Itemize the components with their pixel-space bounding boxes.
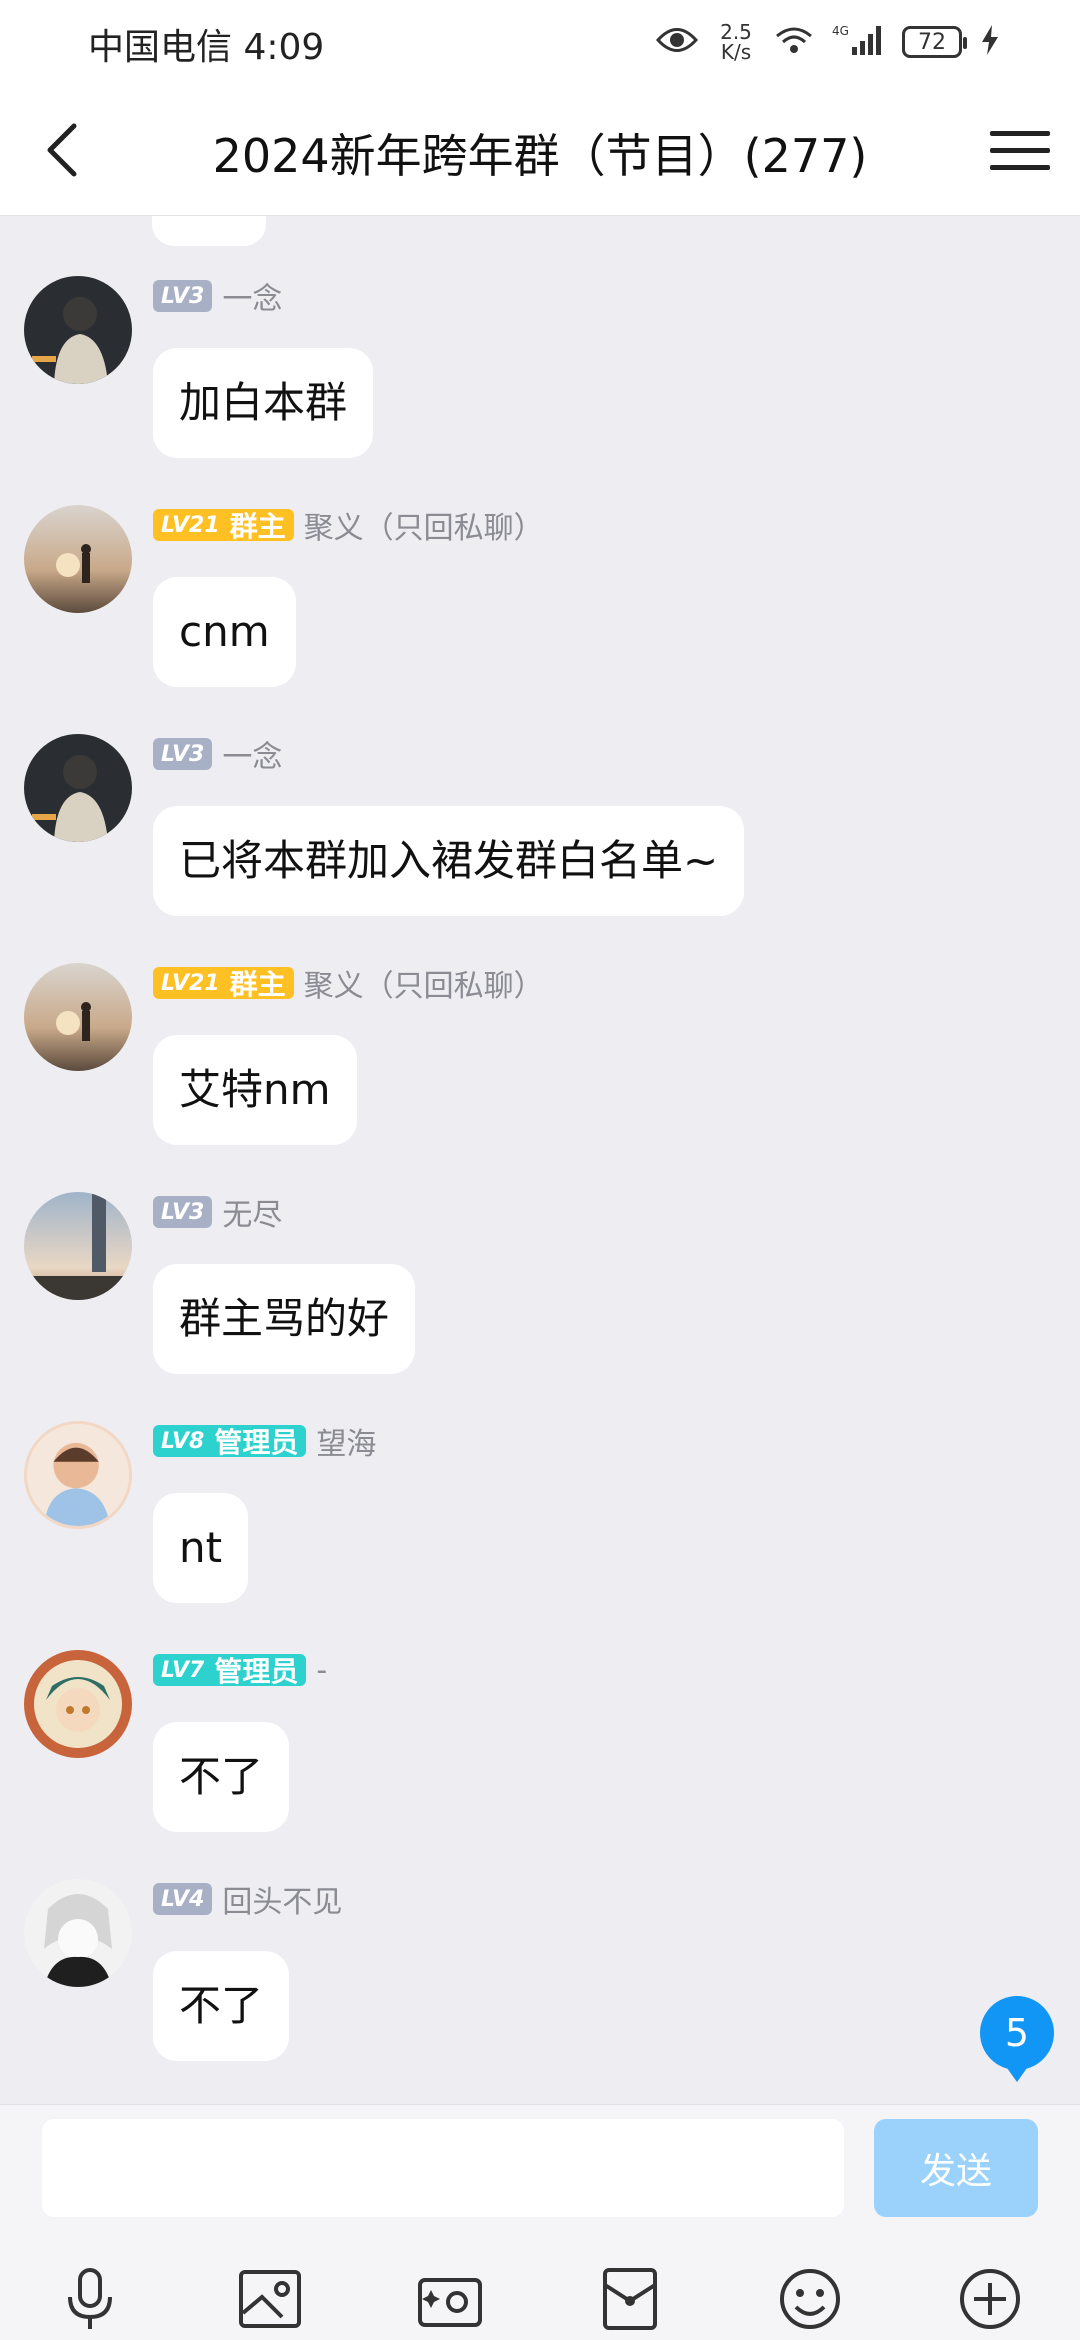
message-item: LV7 管理员 - 不了 [0, 1590, 1080, 1832]
avatar[interactable] [24, 505, 132, 613]
group-title: 2024新年跨年群（节目）(277) [212, 129, 868, 183]
signal-icon: 4G [832, 23, 884, 61]
level-badge: LV3 [153, 280, 213, 312]
menu-line [990, 164, 1050, 170]
sender-name[interactable]: 一念 [222, 274, 282, 318]
message-bubble[interactable]: 不了 [153, 1722, 290, 1832]
sender-name[interactable]: 望海 [316, 1419, 376, 1463]
send-button[interactable]: 发送 [874, 2119, 1038, 2217]
avatar[interactable] [24, 1192, 132, 1300]
wifi-icon [774, 24, 814, 60]
microphone-icon[interactable] [54, 2263, 126, 2335]
network-speed: 2.5 K/s [716, 22, 756, 62]
message-bubble[interactable]: 已将本群加入裙发群白名单~ [153, 806, 745, 916]
message-item: LV3 一念 已将本群加入裙发群白名单~ [0, 674, 1080, 916]
avatar[interactable] [24, 1879, 132, 1987]
level-label: LV8 [161, 1428, 205, 1454]
level-label: LV3 [161, 283, 205, 309]
message-item: LV3 无尽 群主骂的好 [0, 1132, 1080, 1374]
sender-name[interactable]: 回头不见 [222, 1877, 342, 1921]
level-badge: LV8 管理员 [153, 1425, 307, 1459]
role-label: 管理员 [214, 1655, 299, 1688]
avatar[interactable] [24, 963, 132, 1071]
role-label: 群主 [229, 968, 286, 1001]
level-label: LV21 [161, 970, 220, 996]
message-list[interactable]: LV3 一念 加白本群 LV21 群主 聚义（只回私聊） cnm LV3 一念 已… [0, 216, 1080, 2104]
message-meta: LV3 一念 [153, 732, 282, 776]
message-meta: LV21 群主 聚义（只回私聊） [153, 503, 544, 547]
level-badge: LV21 群主 [153, 967, 294, 1001]
avatar[interactable] [24, 734, 132, 842]
avatar[interactable] [24, 276, 132, 384]
charging-icon [980, 24, 1000, 60]
message-item: LV21 群主 聚义（只回私聊） 艾特nm [0, 903, 1080, 1145]
avatar[interactable] [24, 1421, 132, 1529]
camera-icon[interactable] [414, 2263, 486, 2335]
message-meta: LV21 群主 聚义（只回私聊） [153, 961, 544, 1005]
message-item: LV4 回头不见 不了 [0, 1819, 1080, 2061]
chat-header: 2024新年跨年群（节目）(277) [0, 84, 1080, 216]
menu-button[interactable] [990, 120, 1050, 180]
battery-indicator: 72 [902, 26, 967, 58]
message-item: LV8 管理员 望海 nt [0, 1361, 1080, 1603]
level-label: LV3 [161, 1199, 205, 1225]
message-item: LV21 群主 聚义（只回私聊） cnm [0, 445, 1080, 687]
unread-badge[interactable]: 5 [980, 1996, 1054, 2082]
message-item: LV3 一念 加白本群 [0, 216, 1080, 458]
sender-name[interactable]: 聚义（只回私聊） [304, 961, 544, 1005]
sender-name[interactable]: 一念 [222, 732, 282, 776]
menu-line [990, 130, 1050, 136]
red-packet-icon[interactable] [594, 2263, 666, 2335]
message-meta: LV8 管理员 望海 [153, 1419, 376, 1463]
message-bubble[interactable]: 加白本群 [153, 348, 374, 458]
message-meta: LV4 回头不见 [153, 1877, 342, 1921]
image-icon[interactable] [234, 2263, 306, 2335]
message-bubble[interactable]: nt [153, 1493, 249, 1603]
eye-icon [655, 25, 699, 59]
menu-line [990, 147, 1050, 153]
level-label: LV4 [161, 1886, 205, 1912]
level-label: LV3 [161, 741, 205, 767]
sender-name[interactable]: 聚义（只回私聊） [304, 503, 544, 547]
level-badge: LV3 [153, 738, 213, 770]
sender-name[interactable]: 无尽 [222, 1190, 282, 1234]
input-toolbar [0, 2263, 1080, 2333]
message-bubble[interactable]: 艾特nm [153, 1035, 357, 1145]
message-meta: LV3 一念 [153, 274, 282, 318]
speed-unit: K/s [720, 40, 752, 64]
message-bubble[interactable]: 群主骂的好 [153, 1264, 416, 1374]
role-label: 管理员 [214, 1426, 299, 1459]
message-bubble[interactable]: cnm [153, 577, 296, 687]
level-label: LV7 [161, 1657, 205, 1683]
role-label: 群主 [229, 510, 286, 543]
status-icons: 2.5 K/s 4G 72 [655, 14, 1000, 70]
carrier-time: 中国电信 4:09 [88, 27, 325, 68]
emoji-icon[interactable] [774, 2263, 846, 2335]
status-bar: 中国电信 4:09 2.5 K/s 4G 72 [0, 0, 1080, 84]
sender-name[interactable]: - [316, 1653, 327, 1688]
svg-text:4G: 4G [832, 24, 849, 38]
level-badge: LV4 [153, 1883, 213, 1915]
level-label: LV21 [161, 512, 220, 538]
level-badge: LV7 管理员 [153, 1654, 307, 1688]
message-bubble[interactable]: 不了 [153, 1951, 290, 2061]
avatar[interactable] [24, 1650, 132, 1758]
message-input[interactable] [42, 2119, 844, 2217]
message-meta: LV7 管理员 - [153, 1650, 327, 1690]
plus-icon[interactable] [954, 2263, 1026, 2335]
level-badge: LV3 [153, 1196, 213, 1228]
message-meta: LV3 无尽 [153, 1190, 282, 1234]
level-badge: LV21 群主 [153, 509, 294, 543]
input-bar: 发送 [0, 2104, 1080, 2340]
